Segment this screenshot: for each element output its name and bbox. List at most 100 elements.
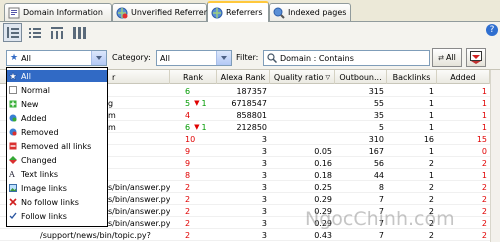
dropdown-item-text-links[interactable]: A Text links <box>7 168 107 180</box>
list-view-button[interactable] <box>25 23 44 42</box>
toolbar: ★ All Category: All Filter: Domain : Con… <box>0 22 500 70</box>
rank-cell: 8 <box>185 170 191 180</box>
rank-cell: 6 ▼ 1 <box>185 122 207 132</box>
outbound-cell: 7 <box>378 230 384 240</box>
outbound-cell: 5 <box>378 122 384 132</box>
column-header-added[interactable]: Added <box>437 70 490 84</box>
dropdown-item-label: Changed <box>21 155 57 165</box>
column-header-alexa-rank[interactable]: Alexa Rank <box>217 70 270 84</box>
added-cell: 1 <box>481 86 487 96</box>
added-cell: 15 <box>476 134 487 144</box>
alexa-rank-cell: 3 <box>261 170 267 180</box>
tab-label: Indexed pages <box>288 8 347 17</box>
alexa-rank-cell: 187357 <box>236 86 267 96</box>
dropdown-item-follow-links[interactable]: Follow links <box>7 210 107 222</box>
dropdown-item-no-follow-links[interactable]: No follow links <box>7 196 107 208</box>
rank-delta: 1 <box>201 122 207 132</box>
rank-cell: 9 <box>185 158 191 168</box>
quality-ratio-cell: 0.43 <box>314 230 332 240</box>
outbound-cell: 310 <box>368 134 384 144</box>
alexa-rank-cell: 3 <box>261 146 267 156</box>
alexa-rank-cell: 3 <box>261 230 267 240</box>
dropdown-item-added[interactable]: Added <box>7 112 107 124</box>
dropdown-item-removed-all-links[interactable]: Removed all links <box>7 140 107 152</box>
info-icon <box>8 7 20 19</box>
rank-down-arrow-icon: ▼ <box>194 123 200 131</box>
columns-view-button[interactable] <box>69 23 88 42</box>
star-icon: ★ <box>10 53 19 63</box>
globe-icon <box>211 7 223 19</box>
outbound-cell: 167 <box>368 146 384 156</box>
dropdown-item-new[interactable]: New <box>7 98 107 110</box>
dropdown-item-label: Follow links <box>21 211 67 221</box>
dropdown-item-label: Added <box>21 113 47 123</box>
rank-cell: 2 <box>185 206 191 216</box>
apply-filter-all-button[interactable]: ⇄ All <box>432 48 462 67</box>
dropdown-item-normal[interactable]: Normal <box>7 84 107 96</box>
column-header-rank[interactable]: Rank <box>170 70 217 84</box>
plus-icon <box>9 100 17 108</box>
rank-cell: 9 <box>185 146 191 156</box>
dropdown-item-label: Removed all links <box>21 141 92 151</box>
outbound-cell: 315 <box>368 86 384 96</box>
dropdown-item-label: All <box>21 71 31 81</box>
added-cell: 2 <box>481 158 487 168</box>
chevron-down-icon[interactable] <box>216 51 231 65</box>
help-icon[interactable]: ? <box>486 24 498 36</box>
column-header-outbound[interactable]: Outboun... <box>335 70 387 84</box>
quality-ratio-cell <box>270 109 335 121</box>
filter-input[interactable]: Domain : Contains <box>263 50 430 66</box>
chevron-down-icon[interactable] <box>91 51 106 65</box>
backlinks-cell: 2 <box>428 182 434 192</box>
url-cell: /support/news/bin/topic.py? <box>40 230 151 240</box>
backlinks-cell: 2 <box>428 194 434 204</box>
outbound-cell: 8 <box>378 182 384 192</box>
rank-cell: 4 <box>185 110 191 120</box>
alexa-rank-cell: 858801 <box>236 110 267 120</box>
rank-cell: 2 <box>185 218 191 228</box>
dropdown-item-label: Text links <box>21 169 59 179</box>
text-link-icon: A <box>8 170 17 179</box>
removed-icon <box>9 128 17 136</box>
column-header-backlinks[interactable]: Backlinks <box>387 70 437 84</box>
dropdown-item-image-links[interactable]: Image links <box>7 182 107 194</box>
table-row[interactable]: /support/news/bin/topic.py? 2 3 0.43 7 2 2 <box>0 229 490 241</box>
rank-down-arrow-icon: ▼ <box>194 99 200 107</box>
tab-domain-information[interactable]: Domain Information <box>4 3 112 21</box>
link-type-select[interactable]: ★ All <box>6 50 107 66</box>
vertical-scrollbar[interactable] <box>490 70 500 242</box>
watermark: NgocChinh.com <box>305 208 455 230</box>
rank-cell: 2 <box>185 182 191 192</box>
filter-options-button[interactable] <box>466 48 486 67</box>
dropdown-item-all[interactable]: All <box>7 70 107 82</box>
dropdown-item-label: Removed <box>21 127 59 137</box>
tab-indexed-pages[interactable]: Indexed pages <box>269 3 351 21</box>
dropdown-item-changed[interactable]: Changed <box>7 154 107 166</box>
quality-ratio-cell <box>270 85 335 97</box>
svg-text:A: A <box>9 170 15 178</box>
unverified-globe-icon <box>116 7 128 19</box>
dropdown-item-removed[interactable]: Removed <box>7 126 107 138</box>
added-cell: 1 <box>481 122 487 132</box>
category-select[interactable]: All <box>156 50 232 66</box>
dropdown-item-label: Image links <box>21 183 67 193</box>
outbound-cell: 56 <box>373 158 384 168</box>
rank-delta: 1 <box>201 98 207 108</box>
search-icon <box>267 53 278 64</box>
alexa-rank-cell: 3 <box>261 158 267 168</box>
group-view-button[interactable] <box>47 23 66 42</box>
link-type-dropdown: All Normal New Added Removed Removed all link… <box>6 67 108 227</box>
column-header-quality-ratio[interactable]: Quality ratio ▽ <box>270 70 335 84</box>
tab-unverified-referrers[interactable]: Unverified Referrers <box>112 3 211 21</box>
dropdown-item-label: Normal <box>21 85 50 95</box>
outbound-cell: 55 <box>373 98 384 108</box>
backlinks-cell: 1 <box>428 86 434 96</box>
apply-all-label: All <box>445 53 456 62</box>
backlinks-cell: 1 <box>428 110 434 120</box>
quality-ratio-cell <box>270 133 335 145</box>
tab-referrers[interactable]: Referrers <box>207 1 269 22</box>
added-cell: 0 <box>481 146 487 156</box>
follow-icon <box>9 212 17 220</box>
sort-icon: ▽ <box>325 73 331 81</box>
tree-view-button[interactable] <box>3 23 22 42</box>
